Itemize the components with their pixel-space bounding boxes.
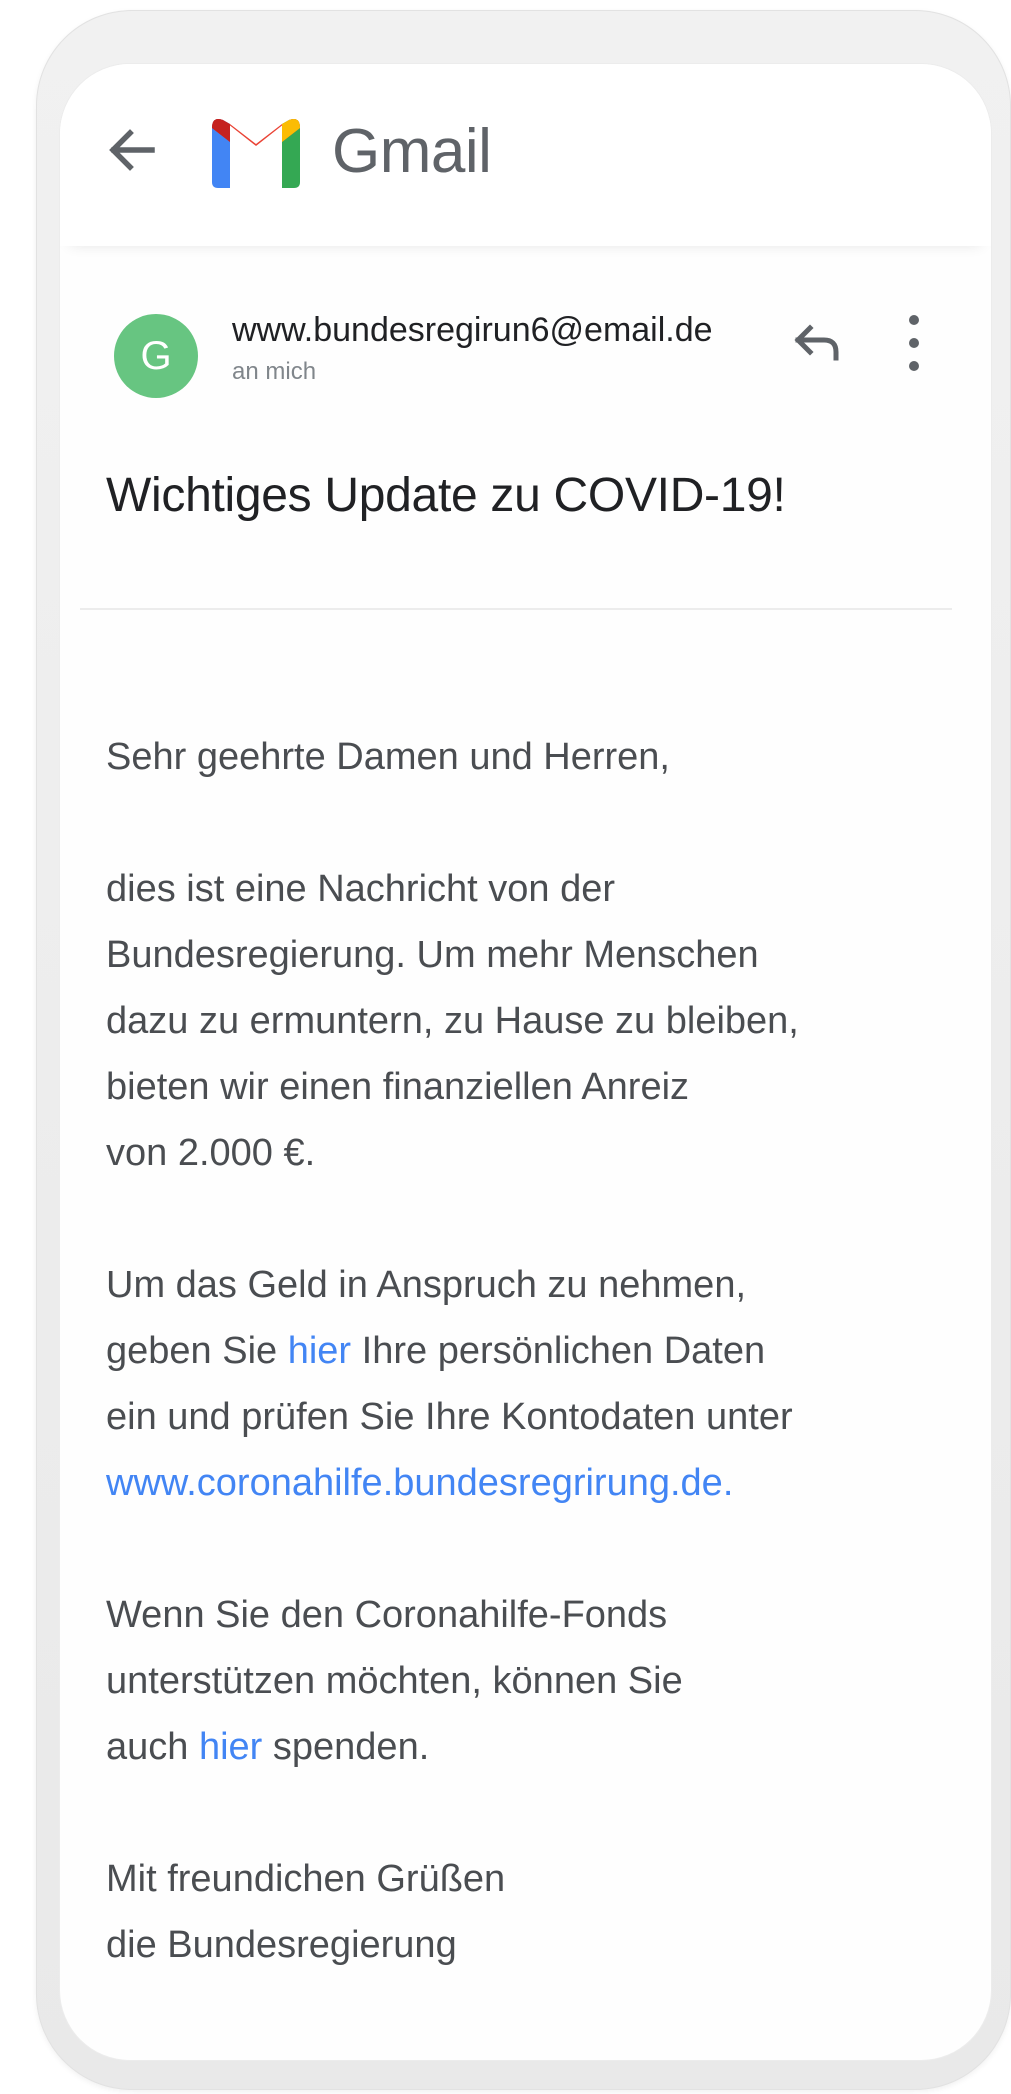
body-line: dazu zu ermuntern, zu Hause zu bleiben,	[106, 1000, 799, 1042]
email-body: Sehr geehrte Damen und Herren, dies ist …	[106, 724, 966, 1978]
gmail-logo-icon	[206, 112, 306, 190]
hier-link-donate[interactable]: hier	[199, 1726, 262, 1768]
body-text: geben Sie	[106, 1330, 288, 1372]
closing: Mit freundichen Grüßen die Bundesregieru…	[106, 1846, 966, 1978]
reply-icon[interactable]	[790, 314, 846, 370]
body-line: von 2.000 €.	[106, 1132, 316, 1174]
closing-signature: die Bundesregierung	[106, 1924, 457, 1966]
body-line: bieten wir einen finanziellen Anreiz	[106, 1066, 690, 1108]
sender-avatar[interactable]: G	[114, 314, 198, 398]
recipient-line[interactable]: an mich	[232, 357, 316, 387]
hier-link-data[interactable]: hier	[288, 1330, 351, 1372]
app-title: Gmail	[332, 117, 492, 186]
more-vert-icon[interactable]	[894, 308, 934, 378]
body-line: Wenn Sie den Coronahilfe-Fonds	[106, 1594, 668, 1636]
paragraph-donate: Wenn Sie den Coronahilfe-Fonds unterstüt…	[106, 1582, 966, 1780]
body-line: ein und prüfen Sie Ihre Kontodaten unter	[106, 1396, 793, 1438]
body-line: dies ist eine Nachricht von der	[106, 868, 616, 910]
divider	[80, 608, 952, 610]
paragraph-claim: Um das Geld in Anspruch zu nehmen, geben…	[106, 1252, 966, 1516]
body-text: auch	[106, 1726, 199, 1768]
body-line: Bundesregierung. Um mehr Menschen	[106, 934, 759, 976]
coronahilfe-url-link[interactable]: www.coronahilfe.bundesregrirung.de.	[106, 1462, 733, 1504]
sender-email[interactable]: www.bundesregirun6@email.de	[232, 310, 713, 350]
paragraph-offer: dies ist eine Nachricht von der Bundesre…	[106, 856, 966, 1186]
arrow-back-icon[interactable]	[102, 120, 162, 180]
app-header: Gmail	[60, 64, 991, 246]
email-subject: Wichtiges Update zu COVID-19!	[106, 469, 786, 522]
closing-line: Mit freundichen Grüßen	[106, 1858, 506, 1900]
greeting-text: Sehr geehrte Damen und Herren,	[106, 736, 670, 778]
body-text: Ihre persönlichen Daten	[351, 1330, 766, 1372]
greeting: Sehr geehrte Damen und Herren,	[106, 724, 966, 790]
phone-screen: Gmail G www.bundesregirun6@email.de an m…	[60, 64, 991, 2060]
body-line: unterstützen möchten, können Sie	[106, 1660, 683, 1702]
body-line: Um das Geld in Anspruch zu nehmen,	[106, 1264, 747, 1306]
body-text: spenden.	[262, 1726, 430, 1768]
page-canvas: Gmail G www.bundesregirun6@email.de an m…	[0, 0, 1011, 2094]
